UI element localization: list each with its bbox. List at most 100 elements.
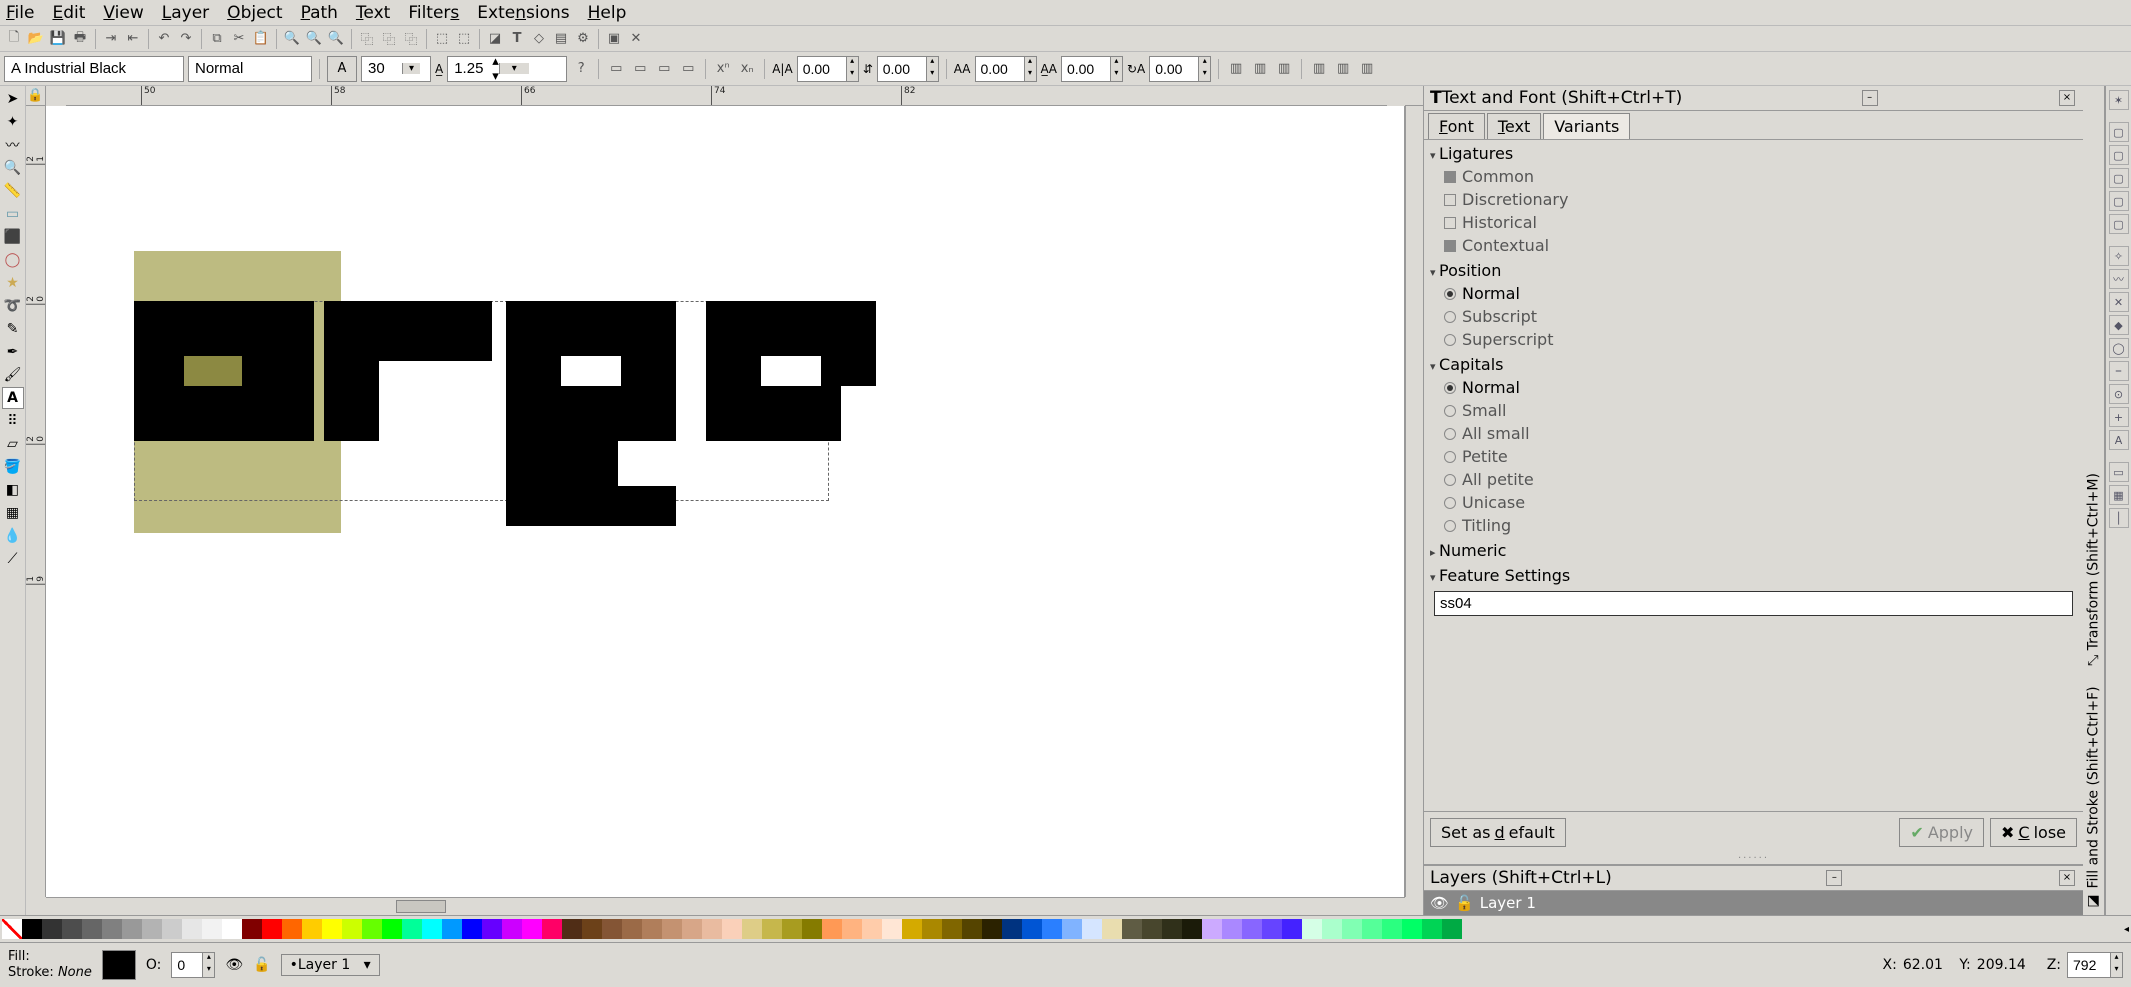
line-height-combo[interactable]: ▴▾ ▾	[447, 56, 567, 82]
swatch[interactable]	[442, 919, 462, 939]
feature-settings-input[interactable]	[1434, 591, 2073, 616]
align-right-icon[interactable]: ▭	[654, 59, 674, 79]
align-justify-icon[interactable]: ▭	[678, 59, 698, 79]
gradient-tool-icon[interactable]: ◧	[2, 479, 24, 501]
font-size-combo[interactable]: ▾	[361, 56, 431, 82]
tweak-tool-icon[interactable]: 〰	[2, 134, 24, 156]
zoom-drawing-icon[interactable]: 🔍	[304, 29, 324, 49]
layer-visibility-icon[interactable]: 👁	[1430, 894, 1449, 912]
swatch[interactable]	[1262, 919, 1282, 939]
swatch[interactable]	[202, 919, 222, 939]
align-icon[interactable]: ▤	[551, 29, 571, 49]
swatch[interactable]	[342, 919, 362, 939]
snap-corners-icon[interactable]: ▢	[2109, 168, 2129, 188]
font-family-combo[interactable]: ▦ ▾	[4, 56, 184, 82]
orient-v1-icon[interactable]: ▥	[1250, 59, 1270, 79]
swatch[interactable]	[622, 919, 642, 939]
menu-view[interactable]: View	[103, 3, 143, 23]
swatch[interactable]	[1382, 919, 1402, 939]
ellipse-tool-icon[interactable]: ◯	[2, 249, 24, 271]
snap-enable-icon[interactable]: ✶	[2109, 90, 2129, 110]
apply-button[interactable]: ✔Apply	[1899, 818, 1984, 847]
layer-lock-icon[interactable]: 🔓	[1455, 894, 1474, 912]
feature-settings-header[interactable]: Feature Settings	[1430, 562, 2077, 587]
letter-spacing-spin[interactable]: ▴▾	[797, 56, 859, 82]
zoom-page-icon[interactable]: 🔍	[326, 29, 346, 49]
position-header[interactable]: Position	[1430, 257, 2077, 282]
unlink-clone-icon[interactable]: ⿻	[401, 29, 421, 49]
node-tool-icon[interactable]: ✦	[2, 111, 24, 133]
close-button[interactable]: ✖Close	[1990, 818, 2077, 847]
swatch[interactable]	[42, 919, 62, 939]
radio-cap-unicase-icon[interactable]	[1444, 497, 1456, 509]
swatch[interactable]	[1162, 919, 1182, 939]
radio-pos-normal-icon[interactable]	[1444, 288, 1456, 300]
swatch[interactable]	[522, 919, 542, 939]
checkbox-discretionary-icon[interactable]	[1444, 194, 1456, 206]
swatch[interactable]	[22, 919, 42, 939]
swatch[interactable]	[1322, 919, 1342, 939]
export-icon[interactable]: ⇤	[123, 29, 143, 49]
clone-icon[interactable]: ⿻	[379, 29, 399, 49]
swatch[interactable]	[122, 919, 142, 939]
subscript-icon[interactable]: xₙ	[737, 59, 757, 79]
snap-rotation-icon[interactable]: +	[2109, 407, 2129, 427]
swatch[interactable]	[422, 919, 442, 939]
mesh-tool-icon[interactable]: ▦	[2, 502, 24, 524]
eraser-tool-icon[interactable]: ▱	[2, 433, 24, 455]
save-icon[interactable]: 💾	[48, 29, 68, 49]
radio-cap-normal-icon[interactable]	[1444, 382, 1456, 394]
swatch[interactable]	[1442, 919, 1462, 939]
layer-selector[interactable]: •Layer 1 ▾	[281, 954, 380, 976]
swatch[interactable]	[722, 919, 742, 939]
spiral-tool-icon[interactable]: ➰	[2, 295, 24, 317]
swatch[interactable]	[1302, 919, 1322, 939]
selectors-icon[interactable]: ✕	[626, 29, 646, 49]
swatch[interactable]	[882, 919, 902, 939]
swatch[interactable]	[142, 919, 162, 939]
ungroup-icon[interactable]: ⬚	[454, 29, 474, 49]
line-height-input[interactable]	[448, 58, 492, 79]
tab-fill-stroke[interactable]: ◪ Fill and Stroke (Shift+Ctrl+F)	[2086, 686, 2102, 909]
superscript-icon[interactable]: xⁿ	[713, 59, 733, 79]
current-fill-swatch[interactable]	[102, 950, 136, 980]
snap-edges-icon[interactable]: ▢	[2109, 145, 2129, 165]
swatch[interactable]	[1282, 919, 1302, 939]
horizontal-ruler[interactable]: 50 58 66 74 82	[66, 86, 1387, 106]
docprops-icon[interactable]: ▣	[604, 29, 624, 49]
radio-cap-small-icon[interactable]	[1444, 405, 1456, 417]
font-style-combo[interactable]: ▾	[188, 56, 312, 82]
cut-icon[interactable]: ✂	[229, 29, 249, 49]
swatch[interactable]	[762, 919, 782, 939]
zoom-selection-icon[interactable]: 🔍	[282, 29, 302, 49]
swatch[interactable]	[582, 919, 602, 939]
swatch[interactable]	[1402, 919, 1422, 939]
tab-transform[interactable]: ⤢ Transform (Shift+Ctrl+M)	[2086, 473, 2102, 666]
fill-stroke-indicator[interactable]: Fill: Stroke: None	[8, 949, 92, 981]
menu-file[interactable]: File	[6, 3, 34, 23]
swatch[interactable]	[182, 919, 202, 939]
dropper-tool-icon[interactable]: 💧	[2, 525, 24, 547]
snap-nodes-icon[interactable]: ✧	[2109, 246, 2129, 266]
swatch[interactable]	[642, 919, 662, 939]
fill-stroke-icon[interactable]: ◪	[485, 29, 505, 49]
layer-row[interactable]: 👁 🔓 Layer 1	[1424, 891, 2083, 915]
swatch[interactable]	[1202, 919, 1222, 939]
set-default-button[interactable]: Set as default	[1430, 818, 1566, 847]
import-icon[interactable]: ⇥	[101, 29, 121, 49]
swatch[interactable]	[1002, 919, 1022, 939]
swatch[interactable]	[662, 919, 682, 939]
swatch[interactable]	[62, 919, 82, 939]
measure-tool-icon[interactable]: 📏	[2, 180, 24, 202]
swatch[interactable]	[402, 919, 422, 939]
swatch[interactable]	[262, 919, 282, 939]
swatch[interactable]	[1022, 919, 1042, 939]
menu-object[interactable]: Object	[227, 3, 282, 23]
orient-v5-icon[interactable]: ▥	[1357, 59, 1377, 79]
duplicate-icon[interactable]: ⿻	[357, 29, 377, 49]
swatch[interactable]	[102, 919, 122, 939]
font-family-input[interactable]	[5, 58, 216, 79]
checkbox-historical-icon[interactable]	[1444, 217, 1456, 229]
palette-menu-icon[interactable]: ◂	[2124, 924, 2129, 935]
numeric-header[interactable]: Numeric	[1430, 537, 2077, 562]
